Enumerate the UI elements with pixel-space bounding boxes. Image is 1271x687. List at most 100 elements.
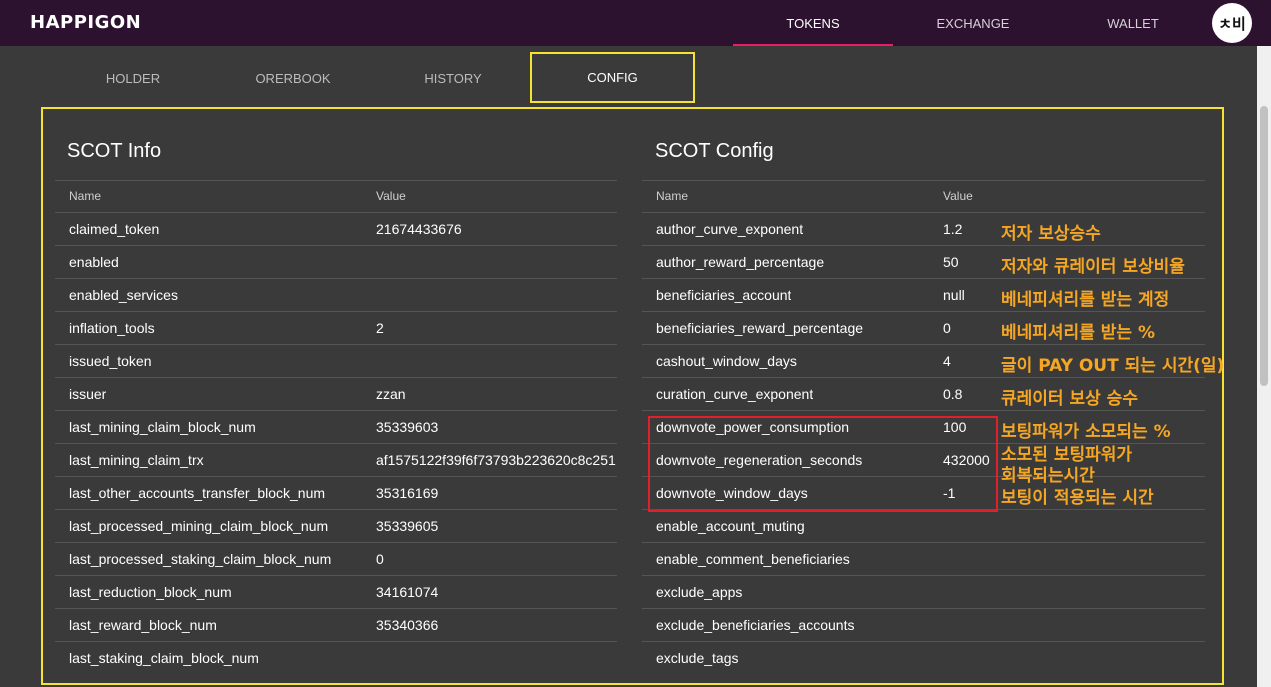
row-name: issuer xyxy=(69,386,107,402)
table-row: inflation_tools 2 xyxy=(55,311,617,344)
top-navbar: HAPPIGON TOKENS EXCHANGE WALLET ㅊ비 xyxy=(0,0,1271,46)
row-value xyxy=(943,510,1003,542)
scot-config-title: SCOT Config xyxy=(655,140,774,162)
row-value: af1575122f39f6f73793b223620c8c251 xyxy=(376,452,616,468)
row-name: beneficiaries_reward_percentage xyxy=(656,320,864,336)
table-row: last_reduction_block_num 34161074 xyxy=(55,575,617,608)
row-name: exclude_beneficiaries_accounts xyxy=(656,617,855,633)
row-value: 35339605 xyxy=(376,518,439,534)
row-value xyxy=(943,576,1003,608)
table-row: enable_comment_beneficiaries xyxy=(642,542,1205,575)
row-value: 50 xyxy=(943,254,959,270)
row-value: 1.2 xyxy=(943,221,963,237)
row-name: enabled xyxy=(69,254,119,270)
page-gutter-left xyxy=(0,46,30,687)
config-col-value: Value xyxy=(943,189,973,203)
annotation-beneficiaries-percentage: 베네피셔리를 받는 % xyxy=(1001,323,1155,343)
row-name: cashout_window_days xyxy=(656,353,797,369)
row-value xyxy=(943,642,1003,674)
row-name: last_other_accounts_transfer_block_num xyxy=(69,485,326,501)
row-value: 0 xyxy=(376,551,384,567)
row-value xyxy=(943,543,1003,575)
row-name: exclude_apps xyxy=(656,584,743,600)
row-name: claimed_token xyxy=(69,221,160,237)
table-row: issuer zzan xyxy=(55,377,617,410)
row-value: 4 xyxy=(943,353,951,369)
tab-history[interactable]: HISTORY xyxy=(373,54,533,102)
annotation-beneficiaries-account: 베네피셔리를 받는 계정 xyxy=(1001,290,1170,310)
table-row: last_processed_mining_claim_block_num 353… xyxy=(55,509,617,542)
table-row: last_other_accounts_transfer_block_num 35… xyxy=(55,476,617,509)
row-name: beneficiaries_account xyxy=(656,287,792,303)
row-value: 35316169 xyxy=(376,485,439,501)
table-row: enabled_services xyxy=(55,278,617,311)
table-row: last_staking_claim_block_num xyxy=(55,641,617,674)
annotation-author-reward: 저자와 큐레이터 보상비율 xyxy=(1001,257,1185,277)
nav-wallet[interactable]: WALLET xyxy=(1053,0,1213,46)
app-logo[interactable]: HAPPIGON xyxy=(30,12,141,33)
row-value: 35340366 xyxy=(376,617,439,633)
row-name: last_mining_claim_trx xyxy=(69,452,204,468)
table-row: author_curve_exponent 1.2 xyxy=(642,212,1205,245)
table-row: last_processed_staking_claim_block_num 0 xyxy=(55,542,617,575)
row-value: 35339603 xyxy=(376,419,439,435)
row-value xyxy=(376,642,617,674)
row-value: null xyxy=(943,287,965,303)
row-name: last_processed_mining_claim_block_num xyxy=(69,518,329,534)
row-name: last_reward_block_num xyxy=(69,617,217,633)
annotation-cashout-window: 글이 PAY OUT 되는 시간(일) xyxy=(1001,356,1225,376)
table-row: last_mining_claim_block_num 35339603 xyxy=(55,410,617,443)
table-row: exclude_apps xyxy=(642,575,1205,608)
page-gutter-right xyxy=(1227,46,1257,687)
nav-exchange[interactable]: EXCHANGE xyxy=(893,0,1053,46)
table-row: last_mining_claim_trx af1575122f39f6f7379… xyxy=(55,443,617,476)
row-name: enable_comment_beneficiaries xyxy=(656,551,850,567)
config-col-name: Name xyxy=(656,189,689,203)
row-name: last_mining_claim_block_num xyxy=(69,419,256,435)
table-row: exclude_tags xyxy=(642,641,1205,674)
table-row: exclude_beneficiaries_accounts xyxy=(642,608,1205,641)
row-name: exclude_tags xyxy=(656,650,739,666)
row-value: 34161074 xyxy=(376,584,439,600)
page-scrollbar[interactable] xyxy=(1257,46,1271,687)
row-value: 2 xyxy=(376,320,384,336)
row-name: inflation_tools xyxy=(69,320,155,336)
row-name: last_staking_claim_block_num xyxy=(69,650,259,666)
row-name: enabled_services xyxy=(69,287,178,303)
row-value xyxy=(943,609,1003,641)
row-name: author_curve_exponent xyxy=(656,221,804,237)
row-name: last_reduction_block_num xyxy=(69,584,232,600)
nav-tokens[interactable]: TOKENS xyxy=(733,0,893,46)
row-name: last_processed_staking_claim_block_num xyxy=(69,551,332,567)
row-value: 0.8 xyxy=(943,386,963,402)
table-row: enabled xyxy=(55,245,617,278)
table-row: claimed_token 21674433676 xyxy=(55,212,617,245)
info-col-name: Name xyxy=(69,189,102,203)
row-value: 21674433676 xyxy=(376,221,462,237)
row-value: zzan xyxy=(376,386,406,402)
tab-holder[interactable]: HOLDER xyxy=(53,54,213,102)
info-col-value: Value xyxy=(376,189,406,203)
tab-config[interactable]: CONFIG xyxy=(530,52,695,103)
tab-orderbook[interactable]: ORERBOOK xyxy=(213,54,373,102)
row-value xyxy=(376,345,617,377)
avatar[interactable]: ㅊ비 xyxy=(1212,3,1252,43)
scot-config-header: Name Value xyxy=(642,180,1205,211)
row-value xyxy=(376,246,617,278)
annotation-downvote-power: 보팅파워가 소모되는 % xyxy=(1001,422,1171,442)
scrollbar-thumb[interactable] xyxy=(1260,106,1268,386)
row-value: 0 xyxy=(943,320,951,336)
row-name: author_reward_percentage xyxy=(656,254,825,270)
row-name: enable_account_muting xyxy=(656,518,805,534)
annotation-author-curve: 저자 보상승수 xyxy=(1001,224,1101,244)
downvote-highlight-box xyxy=(648,416,998,512)
scot-info-title: SCOT Info xyxy=(67,140,162,162)
annotation-curation-curve: 큐레이터 보상 승수 xyxy=(1001,389,1138,409)
row-name: issued_token xyxy=(69,353,152,369)
table-row: enable_account_muting xyxy=(642,509,1205,542)
table-row: last_reward_block_num 35340366 xyxy=(55,608,617,641)
row-value xyxy=(376,279,617,311)
scot-info-header: Name Value xyxy=(55,180,617,211)
annotation-downvote-window: 보팅이 적용되는 시간 xyxy=(1001,488,1154,508)
table-row: issued_token xyxy=(55,344,617,377)
